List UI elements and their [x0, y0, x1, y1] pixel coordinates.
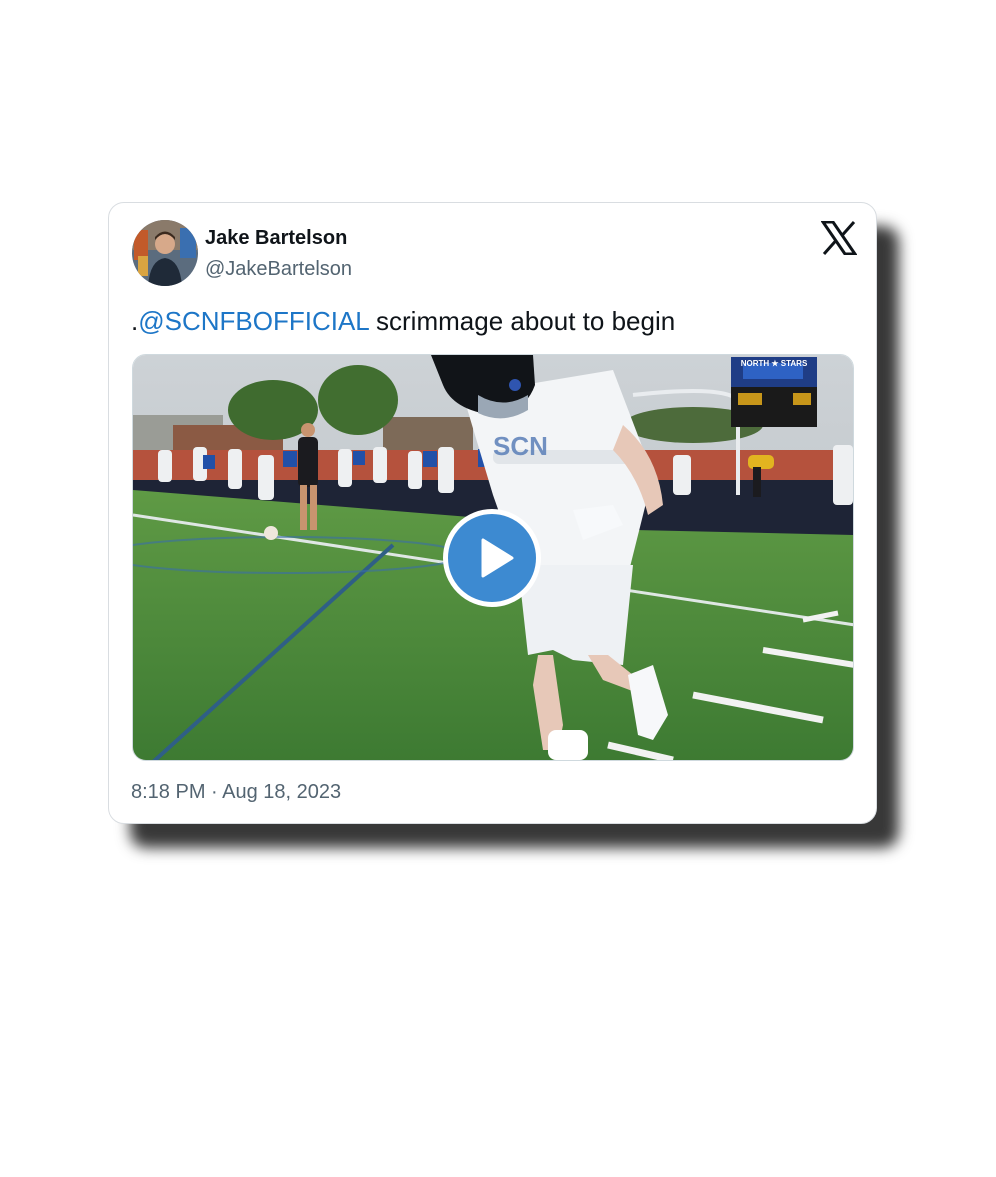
play-icon: [481, 538, 514, 578]
profile-photo-icon: [132, 220, 198, 286]
play-button[interactable]: [443, 509, 541, 607]
svg-text:SCN: SCN: [493, 431, 548, 461]
scoreboard-header: NORTH ★ STARS: [741, 359, 808, 368]
x-logo-icon[interactable]: [820, 220, 858, 256]
author-handle[interactable]: @JakeBartelson: [205, 258, 352, 281]
mention-link[interactable]: @SCNFBOFFICIAL: [138, 306, 369, 336]
video-thumbnail[interactable]: NORTH ★ STARS SCN: [132, 354, 854, 761]
tweet-text-body: scrimmage about to begin: [368, 306, 676, 336]
tweet-timestamp[interactable]: 8:18 PM · Aug 18, 2023: [131, 781, 341, 804]
tweet-text: .@SCNFBOFFICIAL scrimmage about to begin: [131, 306, 675, 337]
author-display-name[interactable]: Jake Bartelson: [205, 227, 347, 250]
author-avatar[interactable]: [132, 220, 198, 286]
tweet-card: Jake Bartelson @JakeBartelson .@SCNFBOFF…: [108, 202, 877, 824]
